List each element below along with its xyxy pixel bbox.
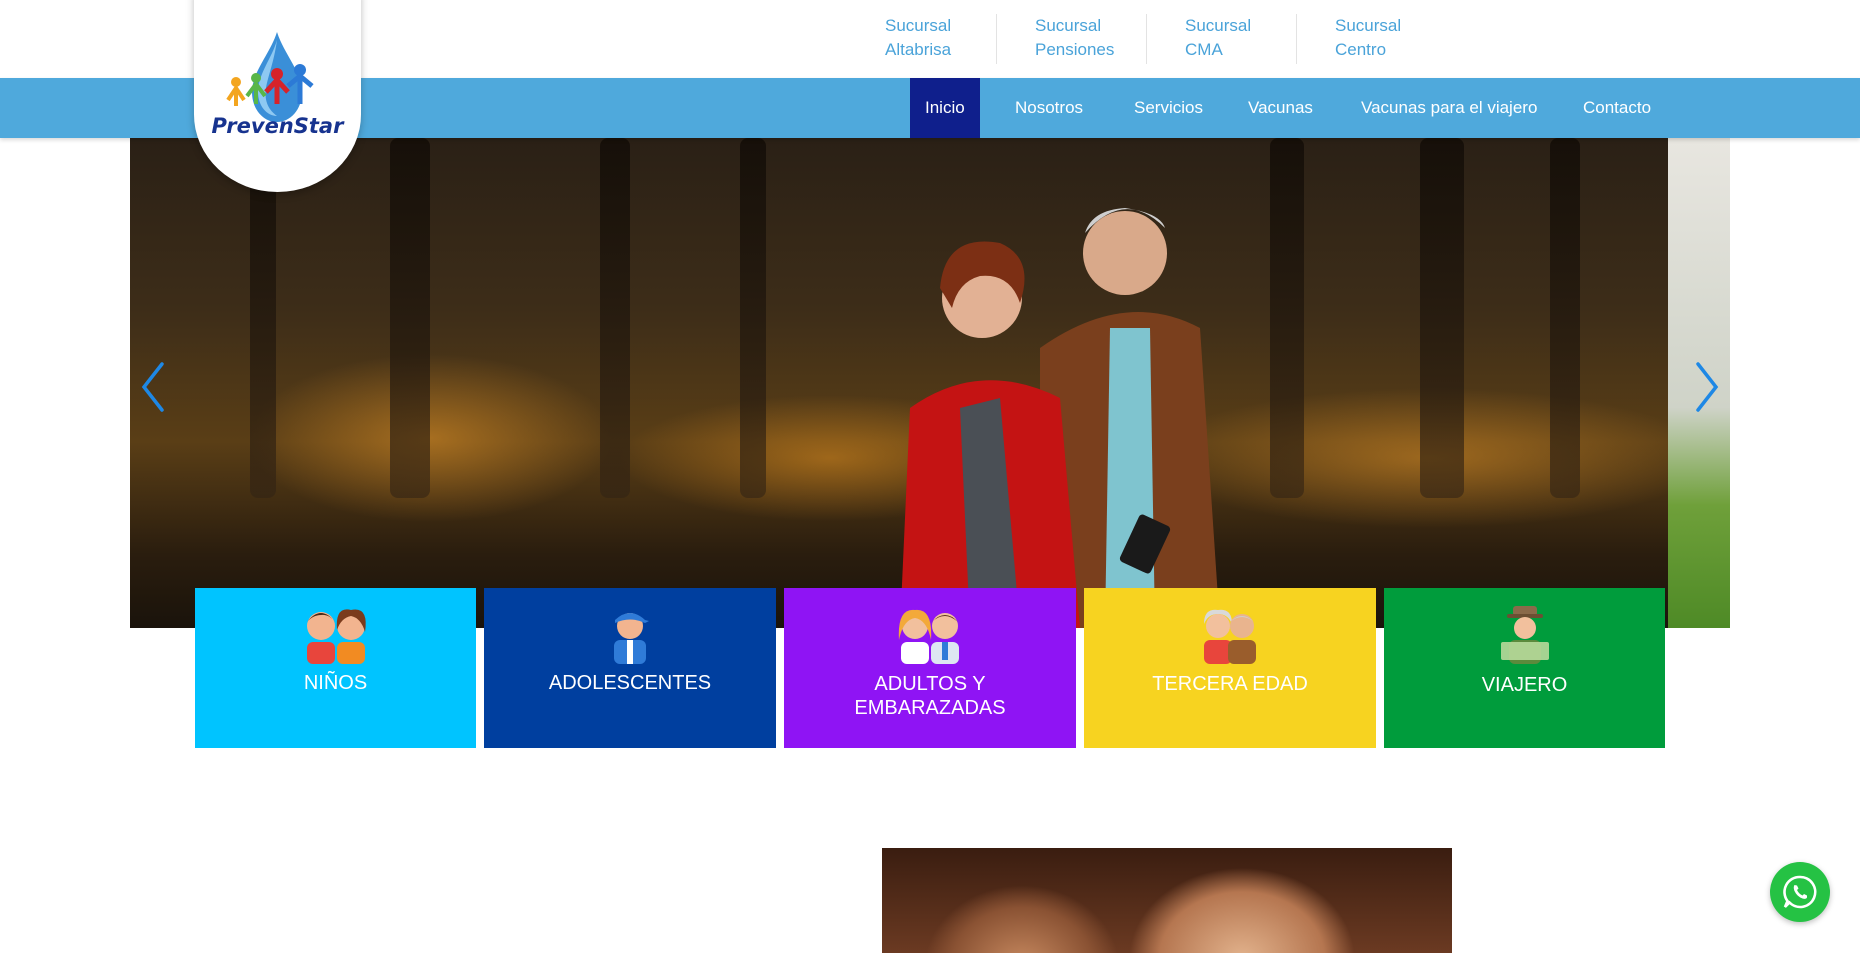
category-label: ADULTOS Y [874,673,986,695]
whatsapp-button[interactable] [1770,862,1830,922]
slide-image-elderly-couple [130,138,1668,628]
hero-slider [130,138,1730,628]
branch-name: Pensiones [1035,40,1115,59]
category-label: ADOLESCENTES [548,672,712,694]
branch-label: Sucursal [1035,16,1102,35]
category-adultos-embarazadas[interactable]: ADULTOS Y EMBARAZADAS [784,588,1076,748]
branch-label: Sucursal [1185,16,1252,35]
couple-figure [900,208,1220,628]
category-label: VIAJERO [1481,674,1568,696]
brand-name: PrevenStar [211,114,344,138]
category-label: TERCERA EDAD [1152,673,1308,695]
nav-inicio[interactable]: Inicio [910,78,980,138]
children-icon [306,609,366,664]
category-label: NIÑOS [303,672,368,694]
whatsapp-icon [1783,875,1817,909]
slider-prev-arrow[interactable] [138,360,168,414]
branch-label: Sucursal [885,16,952,35]
category-label-line2: EMBARAZADAS [854,697,1006,719]
nav-nosotros[interactable]: Nosotros [1000,78,1098,138]
nav-vacunas-viajero[interactable]: Vacunas para el viajero [1346,78,1552,138]
elderly-icon [1204,609,1256,664]
teen-icon [614,613,649,664]
branch-centro[interactable]: Sucursal Centro [1296,14,1401,64]
chevron-left-icon [141,362,164,412]
category-tercera-edad[interactable]: TERCERA EDAD [1084,588,1376,748]
branch-label: Sucursal [1335,16,1402,35]
branch-altabrisa[interactable]: Sucursal Altabrisa [847,14,951,64]
nav-vacunas[interactable]: Vacunas [1233,78,1328,138]
adults-icon [898,609,959,664]
nav-servicios[interactable]: Servicios [1119,78,1218,138]
nav-contacto[interactable]: Contacto [1568,78,1666,138]
slider-next-arrow[interactable] [1692,360,1722,414]
branch-name: Centro [1335,40,1387,59]
category-viajero[interactable]: VIAJERO [1384,588,1665,748]
branch-name: Altabrisa [885,40,952,59]
drop-logo-icon [226,32,314,122]
section-image-mother-child [882,848,1452,953]
brand-logo[interactable]: PrevenStar [194,0,361,192]
traveler-icon [1500,606,1549,664]
branch-pensiones[interactable]: Sucursal Pensiones [996,14,1114,64]
chevron-right-icon [1696,362,1719,412]
branch-cma[interactable]: Sucursal CMA [1146,14,1251,64]
category-ninos[interactable]: NIÑOS [195,588,476,748]
category-adolescentes[interactable]: ADOLESCENTES [484,588,776,748]
branch-name: CMA [1185,40,1223,59]
